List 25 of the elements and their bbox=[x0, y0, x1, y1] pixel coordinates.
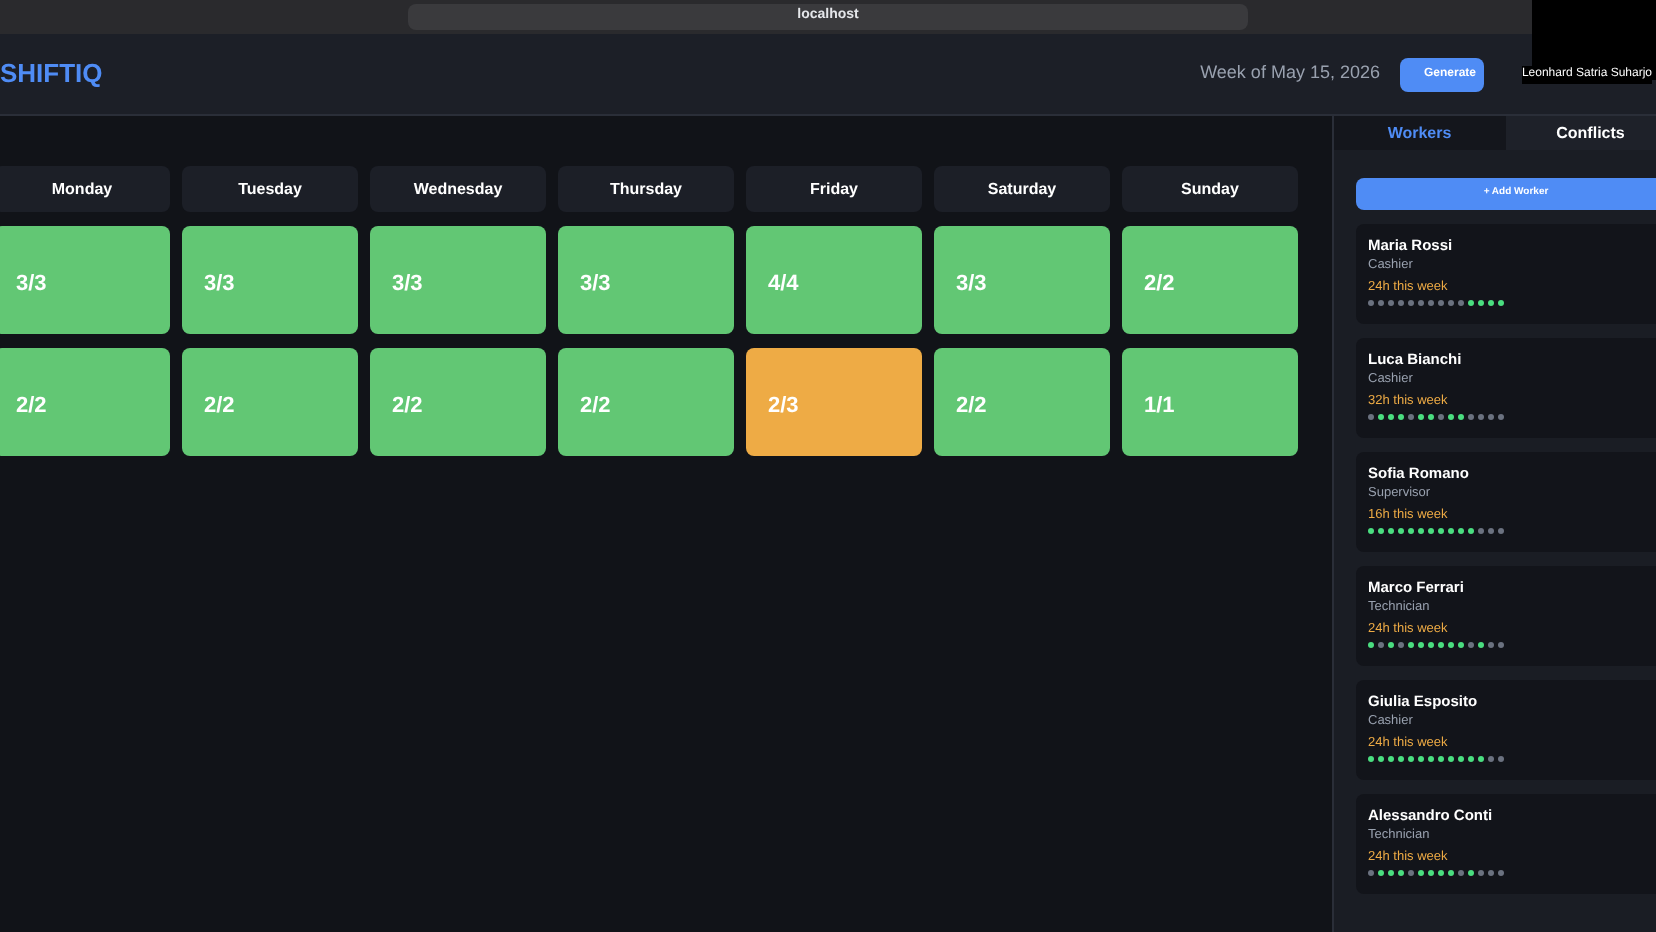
shift-card[interactable]: 2/2 bbox=[370, 348, 546, 456]
shift-card[interactable]: 2/3 bbox=[746, 348, 922, 456]
shift-card[interactable]: 2/2 bbox=[0, 348, 170, 456]
shift-card[interactable]: 3/3 bbox=[0, 226, 170, 334]
day-header: Monday bbox=[0, 166, 170, 212]
shift-card[interactable]: 2/2 bbox=[1122, 226, 1298, 334]
week-label: Week of May 15, 2026 bbox=[1200, 60, 1380, 87]
shift-card[interactable]: 4/4 bbox=[746, 226, 922, 334]
day-header: Wednesday bbox=[370, 166, 546, 212]
shift-card[interactable]: 1/1 bbox=[1122, 348, 1298, 456]
day-header: Thursday bbox=[558, 166, 734, 212]
shift-card[interactable]: 3/3 bbox=[182, 226, 358, 334]
day-header: Friday bbox=[746, 166, 922, 212]
shift-card[interactable]: 2/2 bbox=[182, 348, 358, 456]
shift-card[interactable]: 2/2 bbox=[934, 348, 1110, 456]
shift-card[interactable]: 3/3 bbox=[370, 226, 546, 334]
shift-card[interactable]: 3/3 bbox=[558, 226, 734, 334]
day-header: Saturday bbox=[934, 166, 1110, 212]
shift-card[interactable]: 2/2 bbox=[558, 348, 734, 456]
sidebar-tab[interactable]: Conflicts bbox=[1505, 116, 1656, 150]
sidebar-tab[interactable]: Workers bbox=[1334, 116, 1505, 150]
shift-card[interactable]: 3/3 bbox=[934, 226, 1110, 334]
app-logo: SHIFTIQ bbox=[0, 56, 103, 93]
day-header: Tuesday bbox=[182, 166, 358, 212]
day-header: Sunday bbox=[1122, 166, 1298, 212]
